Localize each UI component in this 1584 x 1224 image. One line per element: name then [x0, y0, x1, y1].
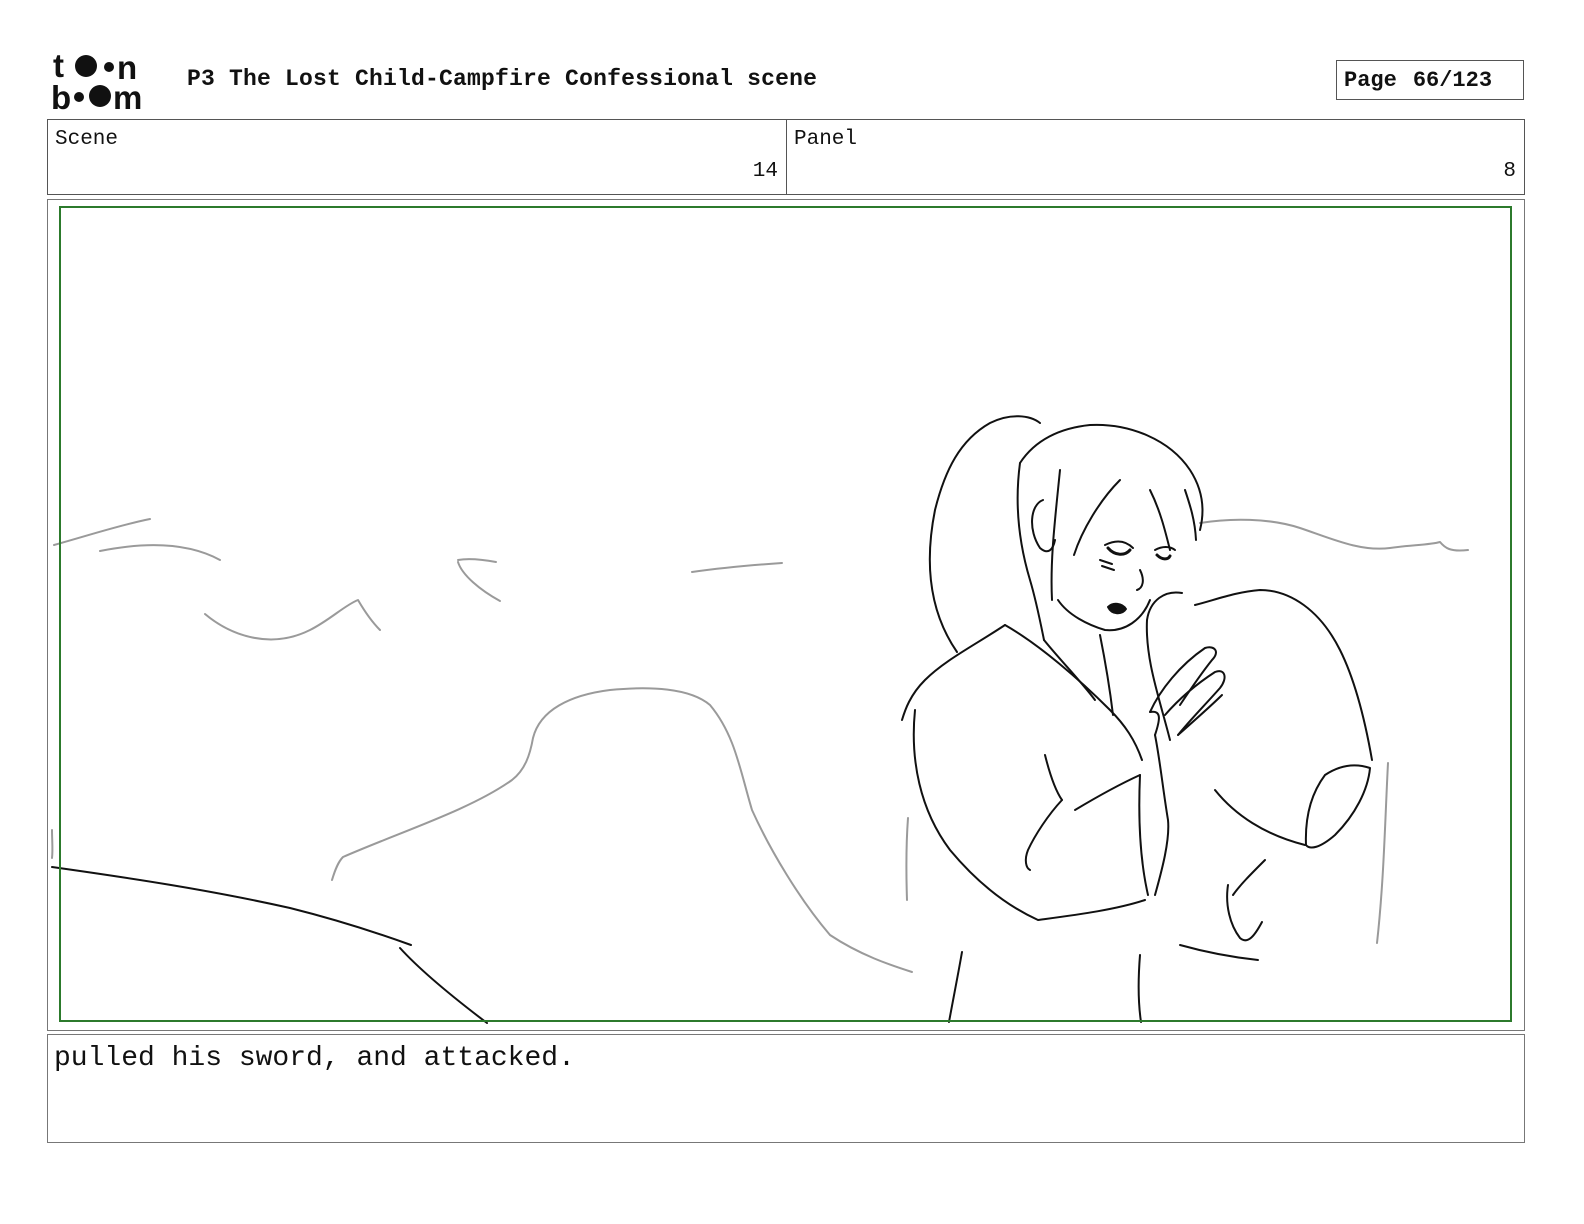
svg-text:m: m [113, 79, 142, 112]
project-title: P3 The Lost Child-Campfire Confessional … [187, 66, 818, 92]
dialogue-caption-box: pulled his sword, and attacked. [47, 1034, 1525, 1143]
scene-number: 14 [752, 160, 778, 183]
caption-text: pulled his sword, and attacked. [54, 1043, 575, 1074]
page-label: Page [1344, 67, 1397, 93]
scene-cell: Scene 14 [48, 120, 787, 194]
scene-panel-info: Scene 14 Panel 8 [47, 119, 1525, 195]
scene-label: Scene [55, 128, 119, 151]
panel-number: 8 [1503, 160, 1516, 183]
panel-label: Panel [794, 128, 858, 151]
safe-area-frame [59, 206, 1512, 1022]
panel-cell: Panel 8 [787, 120, 1524, 194]
page-number: 66/123 [1412, 67, 1493, 93]
toon-boom-logo: t n b m [51, 50, 142, 112]
page-indicator: Page 66/123 [1336, 60, 1524, 100]
svg-text:b: b [51, 79, 71, 112]
